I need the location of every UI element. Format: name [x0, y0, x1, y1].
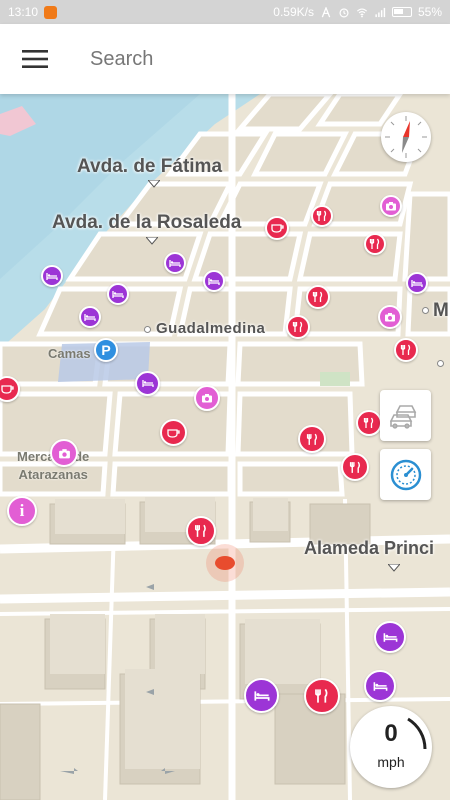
fork-knife-icon — [194, 524, 206, 537]
place-dot — [437, 360, 444, 367]
restaurant-poi[interactable] — [394, 338, 418, 362]
bed-icon — [373, 681, 387, 691]
alarm-icon — [339, 7, 349, 17]
bed-icon — [383, 632, 397, 642]
signal-icon — [375, 7, 386, 17]
status-bar: 13:10 0.59K/s 55% — [0, 0, 450, 24]
battery-icon — [391, 7, 412, 17]
photo-spot-poi[interactable] — [194, 385, 220, 411]
search-input[interactable] — [90, 47, 390, 71]
restaurant-poi[interactable] — [304, 678, 340, 714]
restaurant-poi[interactable] — [306, 285, 330, 309]
road-direction-marker — [148, 180, 160, 188]
road-direction-marker — [388, 564, 400, 572]
wifi-icon — [356, 7, 367, 17]
fork-knife-icon — [316, 210, 327, 221]
hotel-poi[interactable] — [203, 270, 225, 292]
info-letter: i — [19, 501, 25, 520]
speedometer-icon — [390, 459, 421, 490]
bed-icon — [46, 272, 58, 280]
bed-icon — [169, 259, 181, 267]
bed-icon — [208, 277, 220, 285]
data-icon — [321, 6, 331, 17]
street-label-m: M — [422, 300, 449, 322]
parking-poi[interactable]: P — [94, 338, 118, 362]
restaurant-poi[interactable] — [186, 516, 216, 546]
street-label-avda-fatima: Avda. de Fátima — [77, 156, 223, 177]
compass-icon — [385, 116, 427, 158]
restaurant-poi[interactable] — [311, 205, 333, 227]
photo-spot-poi[interactable] — [380, 195, 402, 217]
fork-knife-icon — [312, 291, 323, 302]
map-view[interactable]: Avda. de Fátima Avda. de la Rosaleda Gua… — [0, 94, 450, 800]
battery-level: 55% — [417, 5, 442, 19]
speed-value: 0 — [384, 720, 398, 747]
speed-unit: mph — [377, 754, 405, 770]
hamburger-icon — [22, 50, 48, 68]
label-camas: Camas — [48, 346, 91, 361]
bed-icon — [112, 290, 124, 298]
fork-knife-icon — [363, 417, 374, 428]
photo-spot-poi[interactable] — [50, 439, 78, 467]
status-time: 13:10 — [8, 5, 39, 19]
fork-knife-icon — [306, 433, 317, 445]
road-direction-marker — [146, 237, 158, 245]
hotel-poi[interactable] — [164, 252, 186, 274]
notification-icon — [44, 5, 58, 19]
hotel-poi[interactable] — [364, 670, 396, 702]
hotel-poi[interactable] — [41, 265, 63, 287]
menu-button[interactable] — [0, 24, 70, 94]
camera-icon — [385, 313, 395, 322]
restaurant-poi[interactable] — [364, 233, 386, 255]
bed-icon — [411, 279, 423, 287]
fork-knife-icon — [292, 321, 303, 332]
current-location-marker — [206, 544, 244, 582]
cup-icon — [167, 428, 180, 438]
bed-icon — [141, 380, 154, 387]
street-label-avda-rosaleda: Avda. de la Rosaleda — [52, 212, 242, 233]
cafe-poi[interactable] — [265, 216, 289, 240]
hotel-poi[interactable] — [406, 272, 428, 294]
hotel-poi[interactable] — [244, 678, 279, 713]
hotel-poi[interactable] — [374, 621, 406, 653]
network-speed: 0.59K/s — [273, 5, 314, 19]
street-label-alameda: Alameda Princi — [304, 538, 435, 558]
traffic-button[interactable] — [380, 390, 431, 441]
car-traffic-icon — [389, 404, 416, 429]
cup-icon — [270, 224, 284, 233]
camera-icon — [202, 394, 212, 403]
restaurant-poi[interactable] — [286, 315, 310, 339]
compass-button[interactable] — [381, 112, 431, 162]
bed-icon — [84, 313, 96, 321]
fork-knife-icon — [400, 344, 411, 355]
fork-knife-icon — [315, 688, 328, 703]
parking-letter: P — [101, 342, 111, 358]
fork-knife-icon — [349, 461, 360, 473]
hotel-poi[interactable] — [135, 371, 160, 396]
restaurant-poi[interactable] — [341, 453, 369, 481]
cup-icon — [0, 385, 14, 394]
camera-icon — [386, 202, 396, 211]
bed-icon — [253, 690, 270, 701]
hotel-poi[interactable] — [79, 306, 101, 328]
info-poi[interactable]: i — [7, 496, 37, 526]
map-app-screen: 13:10 0.59K/s 55% Search Avda. de Fátima… — [0, 0, 450, 800]
photo-spot-poi[interactable] — [378, 305, 402, 329]
camera-icon — [58, 448, 70, 458]
restaurant-poi[interactable] — [298, 425, 326, 453]
restaurant-poi[interactable] — [356, 410, 382, 436]
speed-limit-button[interactable] — [380, 449, 431, 500]
search-bar — [0, 24, 450, 94]
hotel-poi[interactable] — [107, 283, 129, 305]
speedometer-widget[interactable]: 0 mph — [350, 706, 432, 788]
fork-knife-icon — [369, 238, 380, 249]
cafe-poi[interactable] — [160, 419, 187, 446]
street-label-guadalmedina: Guadalmedina — [144, 320, 265, 337]
